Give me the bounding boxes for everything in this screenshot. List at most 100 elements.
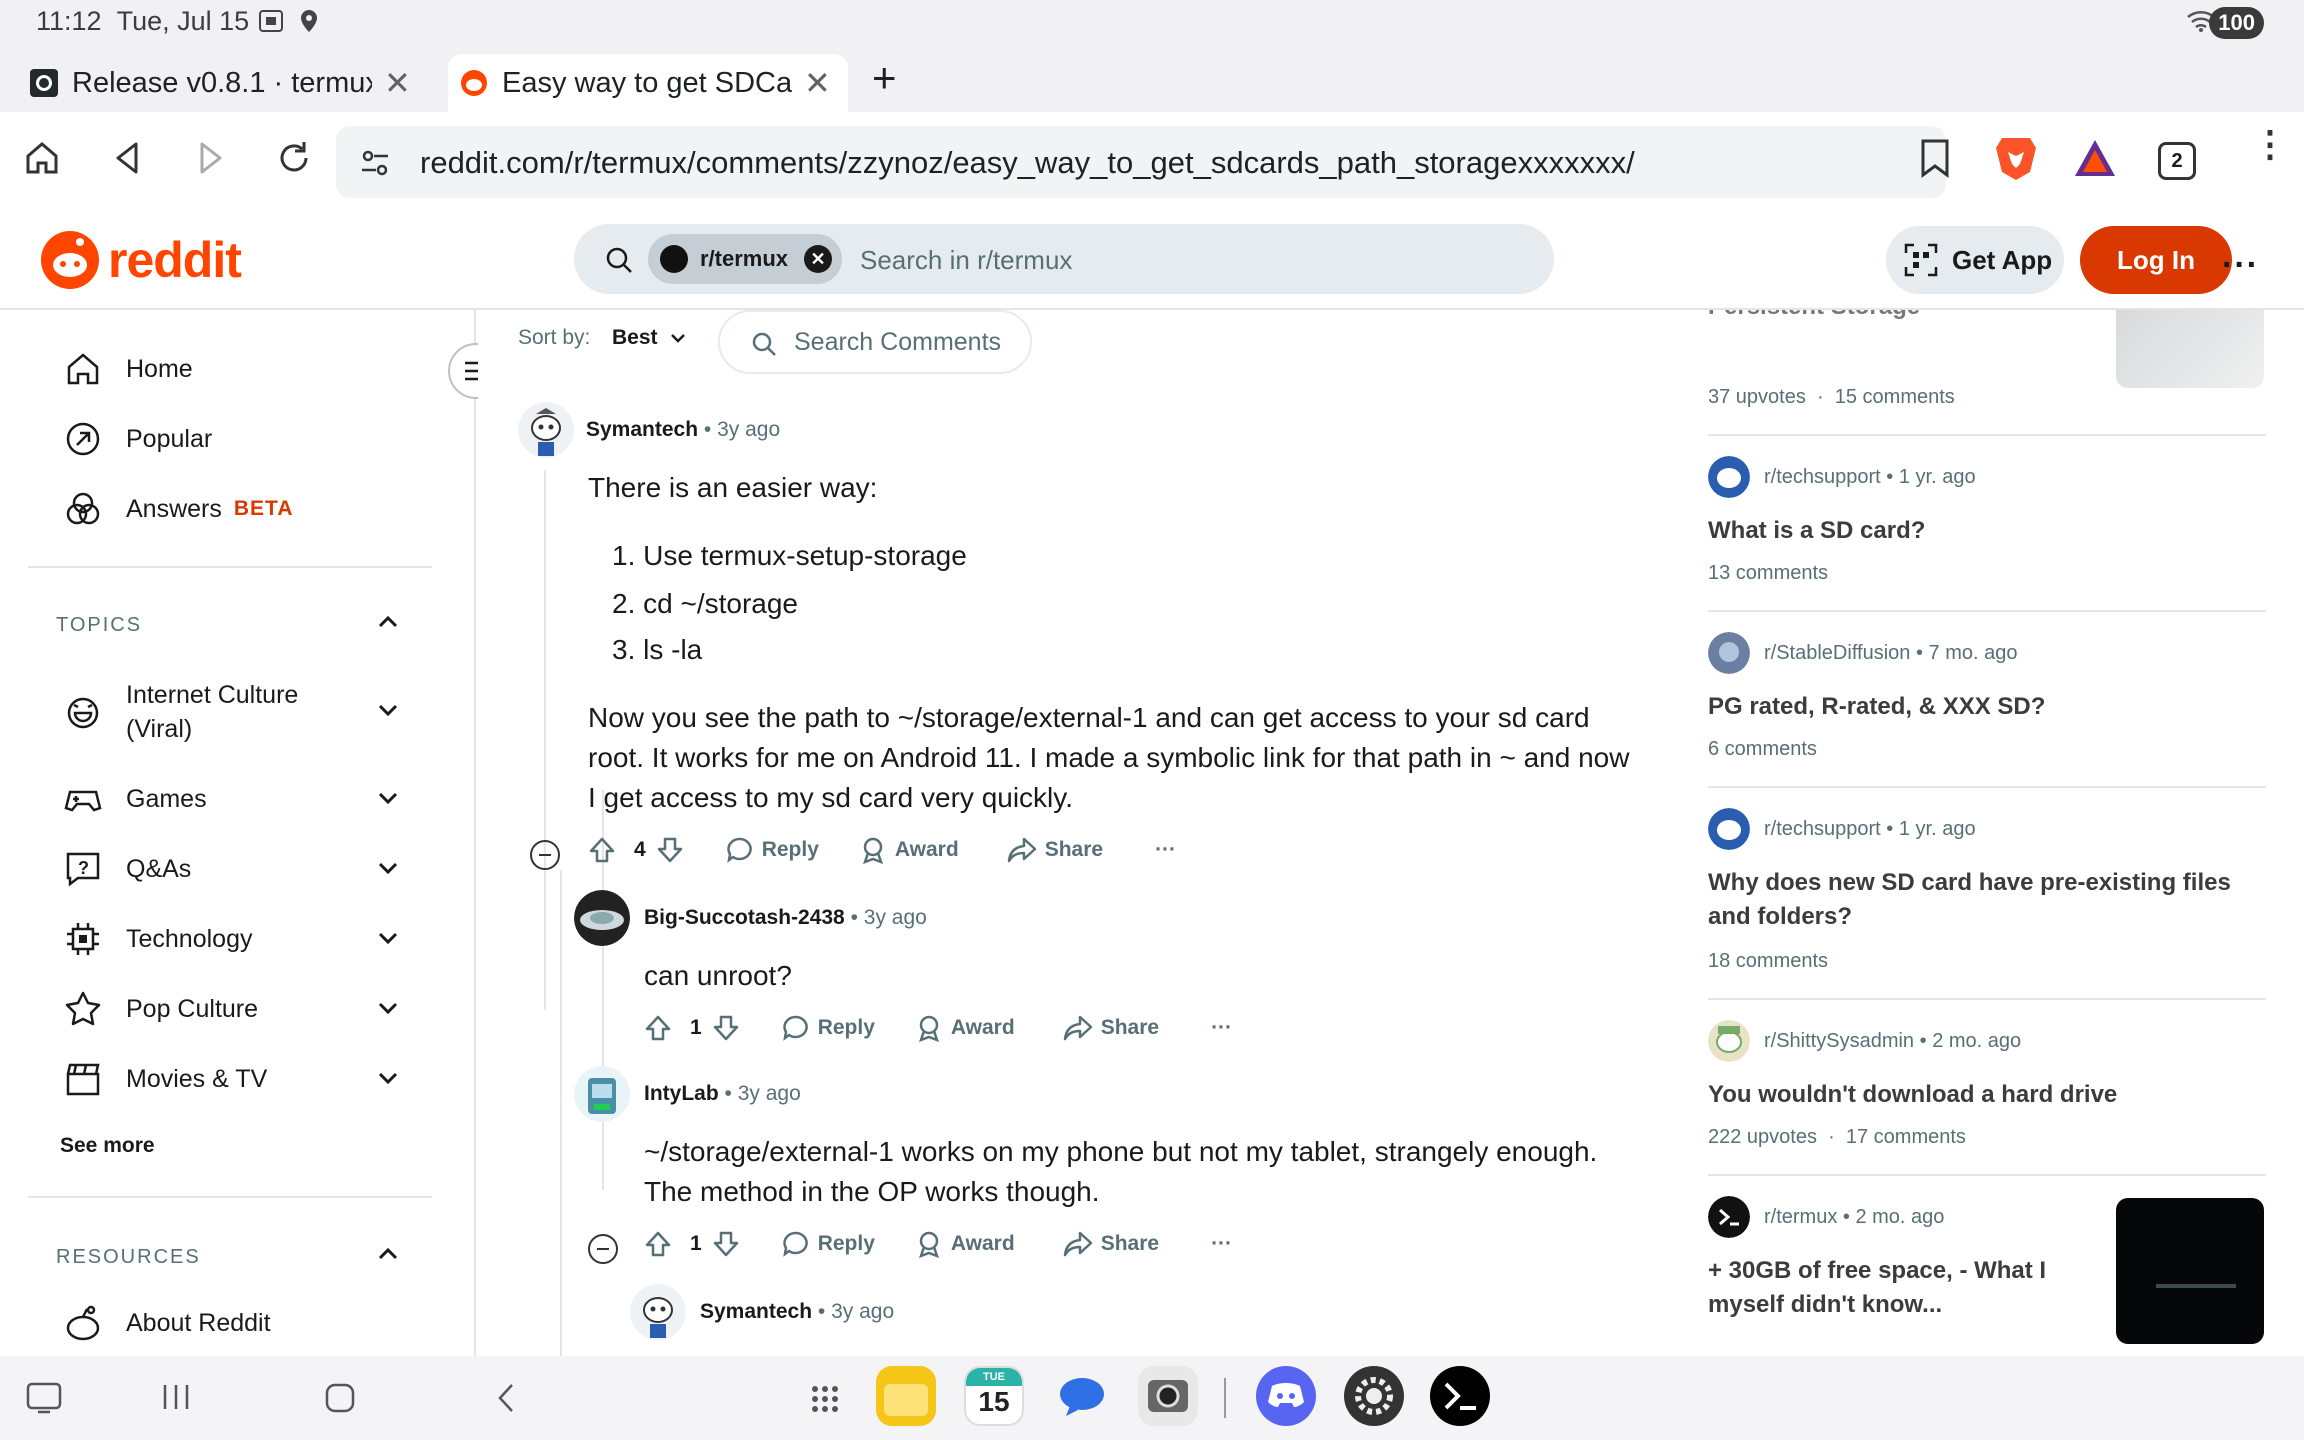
back-button-icon[interactable] xyxy=(494,1382,518,1414)
more-actions-icon[interactable]: ··· xyxy=(1211,1016,1232,1040)
related-post-title[interactable]: myself didn't know... xyxy=(1708,1288,1942,1322)
award-button[interactable]: Award xyxy=(859,836,959,864)
home-icon[interactable] xyxy=(22,138,62,178)
comment-author[interactable]: Symantech • 3y ago xyxy=(586,418,780,442)
related-post-sub[interactable]: r/StableDiffusion • 7 mo. ago xyxy=(1708,632,2017,674)
avatar[interactable] xyxy=(518,402,574,458)
sidebar-item-answers[interactable]: Answers BETA xyxy=(64,490,293,528)
sidebar-topic-technology[interactable]: Technology xyxy=(64,920,252,958)
sidebar-topic-games[interactable]: Games xyxy=(64,780,207,818)
messages-app-icon[interactable] xyxy=(1052,1366,1112,1426)
more-options-icon[interactable]: ··· xyxy=(2222,246,2259,285)
downvote-icon[interactable] xyxy=(712,1230,748,1258)
related-post-sub[interactable]: r/ShittySysadmin • 2 mo. ago xyxy=(1708,1020,2021,1062)
collapse-thread-button[interactable] xyxy=(530,840,560,870)
avatar[interactable] xyxy=(574,890,630,946)
close-tab-icon[interactable]: ✕ xyxy=(384,64,411,102)
upvote-icon[interactable] xyxy=(644,1230,680,1258)
chevron-down-icon[interactable] xyxy=(376,996,400,1020)
downvote-icon[interactable] xyxy=(712,1014,748,1042)
share-button[interactable]: Share xyxy=(1063,1014,1159,1042)
related-post-sub[interactable]: r/termux • 2 mo. ago xyxy=(1708,1196,1944,1238)
settings-app-icon[interactable] xyxy=(1344,1366,1404,1426)
comment-author[interactable]: IntyLab • 3y ago xyxy=(644,1082,801,1106)
chevron-down-icon[interactable] xyxy=(376,926,400,950)
sidebar-topic-movies-tv[interactable]: Movies & TV xyxy=(64,1060,267,1098)
tab-release[interactable]: Release v0.8.1 · termux/ ✕ xyxy=(30,54,440,112)
comment-author[interactable]: Symantech • 3y ago xyxy=(700,1300,894,1324)
reload-icon[interactable] xyxy=(274,138,314,178)
search-comments-input[interactable]: Search Comments xyxy=(718,310,1032,374)
calendar-app-icon[interactable]: TUE 15 xyxy=(964,1366,1024,1426)
more-actions-icon[interactable]: ··· xyxy=(1155,838,1176,862)
sidebar-topic-internet-culture[interactable]: Internet Culture (Viral) xyxy=(64,678,306,746)
brave-rewards-icon[interactable] xyxy=(2074,138,2116,178)
chevron-down-icon[interactable] xyxy=(376,786,400,810)
sort-dropdown[interactable]: Best xyxy=(612,326,687,350)
related-post-sub[interactable]: r/techsupport • 1 yr. ago xyxy=(1708,808,1976,850)
chevron-down-icon[interactable] xyxy=(376,856,400,880)
subreddit-chip[interactable]: r/termux ✕ xyxy=(648,234,843,284)
login-button[interactable]: Log In xyxy=(2080,226,2232,294)
share-button[interactable]: Share xyxy=(1007,836,1103,864)
browser-menu-icon[interactable]: ⋮ xyxy=(2252,126,2288,162)
chevron-down-icon[interactable] xyxy=(376,1066,400,1090)
site-settings-icon[interactable] xyxy=(360,148,390,178)
related-post-title[interactable]: Why does new SD card have pre-existing f… xyxy=(1708,866,2231,900)
app-drawer-icon[interactable] xyxy=(810,1384,840,1414)
new-tab-icon[interactable]: + xyxy=(872,54,897,102)
upvote-icon[interactable] xyxy=(644,1014,680,1042)
award-button[interactable]: Award xyxy=(915,1230,1015,1258)
related-post-title[interactable]: What is a SD card? xyxy=(1708,514,1925,548)
reddit-logo[interactable]: reddit xyxy=(40,230,242,290)
more-actions-icon[interactable]: ··· xyxy=(1211,1232,1232,1256)
related-post-title[interactable]: + 30GB of free space, - What I xyxy=(1708,1254,2046,1288)
related-post-title[interactable]: PG rated, R-rated, & XXX SD? xyxy=(1708,690,2045,724)
home-button-icon[interactable] xyxy=(324,1382,356,1414)
avatar[interactable] xyxy=(574,1066,630,1122)
reply-button[interactable]: Reply xyxy=(782,1014,875,1042)
upvote-icon[interactable] xyxy=(588,836,624,864)
post-thumbnail[interactable] xyxy=(2116,1198,2264,1344)
chevron-up-icon[interactable] xyxy=(376,610,400,634)
get-app-button[interactable]: Get App xyxy=(1886,226,2064,294)
downvote-icon[interactable] xyxy=(656,836,692,864)
topics-heading[interactable]: TOPICS xyxy=(56,614,142,637)
back-icon[interactable] xyxy=(108,138,148,178)
discord-app-icon[interactable] xyxy=(1256,1366,1316,1426)
remove-chip-icon[interactable]: ✕ xyxy=(804,245,833,273)
see-more-link[interactable]: See more xyxy=(60,1134,155,1158)
sidebar-topic-qas[interactable]: ? Q&As xyxy=(64,850,191,888)
forward-icon[interactable] xyxy=(190,138,230,178)
share-button[interactable]: Share xyxy=(1063,1230,1159,1258)
sidebar-topic-pop-culture[interactable]: Pop Culture xyxy=(64,990,258,1028)
chevron-down-icon[interactable] xyxy=(376,698,400,722)
recents-icon[interactable] xyxy=(160,1382,192,1412)
related-post-sub[interactable]: r/techsupport • 1 yr. ago xyxy=(1708,456,1976,498)
award-button[interactable]: Award xyxy=(915,1014,1015,1042)
chevron-up-icon[interactable] xyxy=(376,1242,400,1266)
related-post-title[interactable]: and folders? xyxy=(1708,900,1852,934)
resources-heading[interactable]: RESOURCES xyxy=(56,1246,201,1269)
subreddit-search-bar[interactable]: r/termux ✕ Search in r/termux xyxy=(574,224,1554,294)
camera-app-icon[interactable] xyxy=(1138,1366,1198,1426)
files-app-icon[interactable] xyxy=(876,1366,936,1426)
related-post-title[interactable]: You wouldn't download a hard drive xyxy=(1708,1078,2117,1112)
url-bar[interactable]: reddit.com/r/termux/comments/zzynoz/easy… xyxy=(336,126,1946,198)
bookmark-icon[interactable] xyxy=(1918,138,1952,178)
post-thumbnail[interactable] xyxy=(2116,310,2264,388)
brave-shield-icon[interactable] xyxy=(1994,134,2038,182)
comment-author[interactable]: Big-Succotash-2438 • 3y ago xyxy=(644,906,927,930)
reply-button[interactable]: Reply xyxy=(782,1230,875,1258)
sidebar-item-home[interactable]: Home xyxy=(64,350,193,388)
close-tab-icon[interactable]: ✕ xyxy=(804,64,831,102)
tab-count-button[interactable]: 2 xyxy=(2158,142,2196,180)
recent-apps-panel-icon[interactable] xyxy=(26,1382,62,1414)
related-post-title[interactable]: Persistent Storage xyxy=(1708,310,1920,324)
avatar[interactable] xyxy=(630,1284,686,1340)
sidebar-resource-about[interactable]: About Reddit xyxy=(64,1304,271,1342)
reply-button[interactable]: Reply xyxy=(726,836,819,864)
sidebar-item-popular[interactable]: Popular xyxy=(64,420,212,458)
collapse-thread-button[interactable] xyxy=(588,1234,618,1264)
termux-app-icon[interactable] xyxy=(1430,1366,1490,1426)
